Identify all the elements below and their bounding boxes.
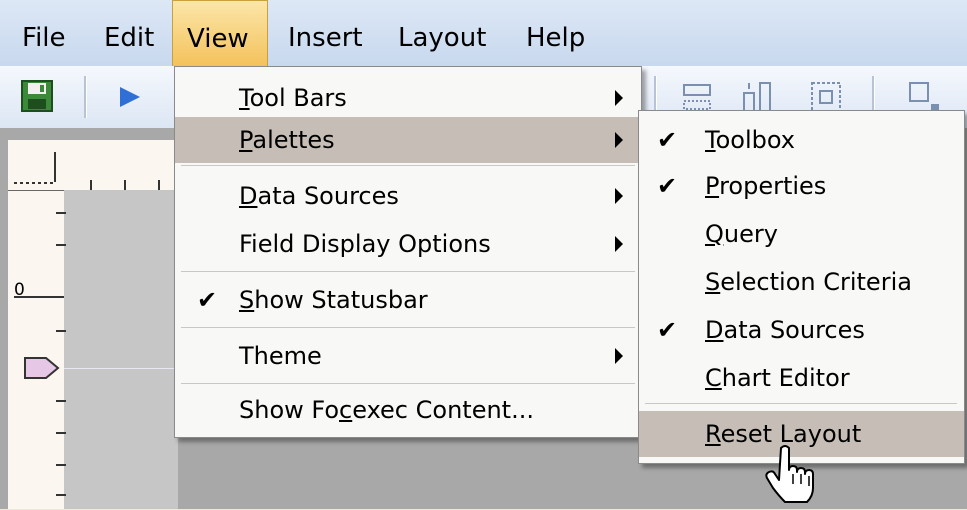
menu-item-show-statusbar[interactable]: ✔ Show Statusbar (175, 277, 641, 323)
ruler-tick (90, 180, 92, 190)
mnemonic: S (705, 268, 721, 296)
ruler-tick (14, 182, 56, 184)
menu-item-label: exec Content... (352, 396, 534, 424)
menu-item-data-sources-palette[interactable]: ✔ Data Sources (639, 307, 964, 353)
menu-separator (181, 165, 635, 166)
guide-line (64, 368, 178, 369)
menu-separator (181, 271, 635, 272)
menu-help[interactable]: Help (512, 0, 599, 66)
menu-item-query[interactable]: Query (639, 211, 964, 257)
ruler-tick (56, 464, 66, 466)
menu-bar: File Edit View Insert Layout Help (0, 0, 967, 67)
mnemonic: P (705, 172, 720, 200)
menu-separator (181, 327, 635, 328)
ruler-tick (56, 244, 66, 246)
menu-item-label: Field Display Options (239, 230, 491, 258)
report-canvas[interactable] (64, 190, 178, 509)
menu-item-label: how Statusbar (254, 286, 428, 314)
submenu-arrow-icon (615, 348, 623, 364)
menu-item-label: uery (723, 220, 778, 248)
menu-item-toolbox[interactable]: ✔ Toolbox (639, 117, 964, 163)
checkmark-icon: ✔ (657, 172, 678, 200)
menu-item-label: ata Sources (723, 316, 865, 344)
menu-separator (645, 403, 957, 404)
checkmark-icon: ✔ (197, 286, 218, 314)
ruler-zero-label: 0 (14, 280, 25, 300)
checkmark-icon: ✔ (657, 126, 678, 154)
mnemonic: S (239, 286, 255, 314)
menu-item-chart-editor[interactable]: Chart Editor (639, 355, 964, 401)
submenu-arrow-icon (615, 236, 623, 252)
menu-file[interactable]: File (8, 0, 80, 66)
submenu-arrow-icon (615, 90, 623, 106)
toolbar-separator (84, 76, 87, 118)
mnemonic: D (705, 316, 724, 344)
view-menu: Tool Bars Palettes Data Sources Field Di… (174, 66, 642, 438)
mnemonic: P (239, 126, 253, 154)
menu-item-label: alettes (252, 126, 335, 154)
menu-insert[interactable]: Insert (274, 0, 377, 66)
hand-cursor-icon (764, 444, 818, 510)
menu-item-data-sources[interactable]: Data Sources (175, 173, 641, 219)
menu-item-selection-criteria[interactable]: Selection Criteria (639, 259, 964, 305)
section-marker-icon[interactable] (24, 356, 60, 384)
menu-item-label: Theme (239, 342, 322, 370)
ruler-tick (56, 400, 66, 402)
submenu-arrow-icon (615, 132, 623, 148)
ruler-tick (124, 180, 126, 190)
ruler-tick (56, 494, 66, 496)
mnemonic: D (239, 182, 258, 210)
mnemonic: T (705, 126, 716, 154)
mnemonic: c (339, 396, 353, 424)
menu-separator (181, 383, 635, 384)
menu-item-label: hart Editor (721, 364, 850, 392)
vertical-ruler (8, 140, 66, 509)
menu-view[interactable]: View (172, 0, 268, 66)
mnemonic: T (239, 84, 250, 112)
menu-item-palettes[interactable]: Palettes (175, 117, 641, 163)
menu-item-label: ool Bars (249, 84, 347, 112)
menu-item-label: Show Fo (239, 396, 340, 424)
save-icon[interactable] (20, 79, 56, 115)
mnemonic: Q (705, 220, 724, 248)
menu-item-theme[interactable]: Theme (175, 333, 641, 379)
mnemonic: R (705, 420, 721, 448)
ruler-tick (56, 212, 66, 214)
menu-item-field-display-options[interactable]: Field Display Options (175, 221, 641, 267)
menu-item-properties[interactable]: ✔ Properties (639, 163, 964, 209)
menu-item-show-focexec-content[interactable]: Show Focexec Content... (175, 387, 641, 433)
menu-item-label: election Criteria (720, 268, 912, 296)
mnemonic: C (705, 364, 722, 392)
ruler-tick (56, 330, 66, 332)
ruler-tick (54, 152, 56, 182)
palettes-submenu: ✔ Toolbox ✔ Properties Query Selection C… (638, 110, 965, 464)
menu-item-label: roperties (719, 172, 827, 200)
menu-item-label: ata Sources (257, 182, 399, 210)
menu-layout[interactable]: Layout (384, 0, 500, 66)
menu-item-tool-bars[interactable]: Tool Bars (175, 75, 641, 121)
menu-item-label: oolbox (715, 126, 796, 154)
menu-edit[interactable]: Edit (90, 0, 168, 66)
ruler-tick (56, 432, 66, 434)
run-icon[interactable] (112, 79, 148, 115)
checkmark-icon: ✔ (657, 316, 678, 344)
ruler-tick (158, 180, 160, 190)
submenu-arrow-icon (615, 188, 623, 204)
